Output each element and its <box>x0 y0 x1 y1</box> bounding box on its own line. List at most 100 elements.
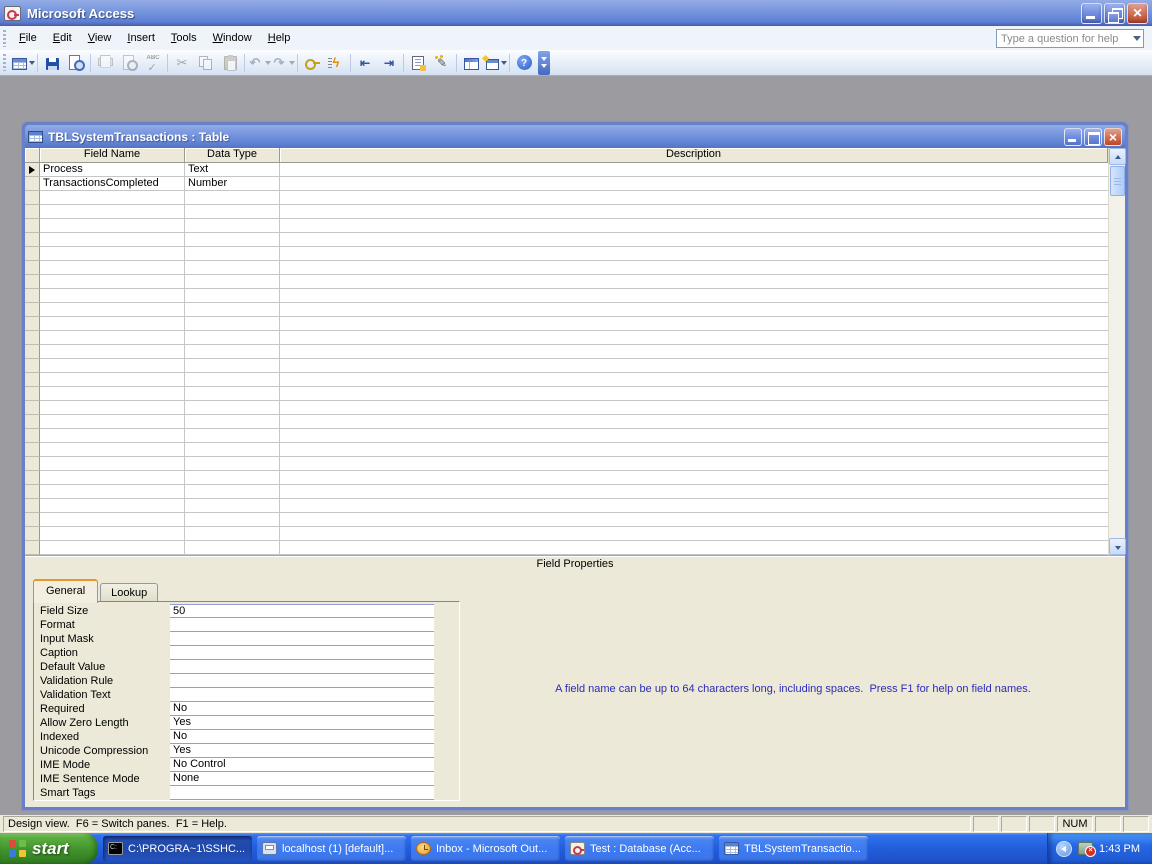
field-name-cell[interactable] <box>40 219 185 233</box>
property-value-field[interactable]: None <box>170 772 434 786</box>
tab-general[interactable]: General <box>33 579 98 603</box>
field-name-cell[interactable] <box>40 289 185 303</box>
properties-button[interactable] <box>406 52 430 74</box>
doc-minimize-button[interactable] <box>1064 128 1082 146</box>
menu-tools[interactable]: Tools <box>163 28 205 48</box>
row-selector[interactable] <box>25 457 40 471</box>
insert-rows-button[interactable] <box>353 52 377 74</box>
row-selector[interactable] <box>25 387 40 401</box>
data-type-cell[interactable] <box>185 247 280 261</box>
description-cell[interactable] <box>280 485 1108 499</box>
description-cell[interactable] <box>280 317 1108 331</box>
description-cell[interactable] <box>280 401 1108 415</box>
task-button[interactable]: Test : Database (Acc... <box>565 836 714 861</box>
field-name-cell[interactable] <box>40 345 185 359</box>
row-selector[interactable] <box>25 415 40 429</box>
description-cell[interactable] <box>280 457 1108 471</box>
property-value-field[interactable]: Yes <box>170 744 434 758</box>
row-selector[interactable] <box>25 289 40 303</box>
menu-window[interactable]: Window <box>205 28 260 48</box>
row-selector[interactable] <box>25 401 40 415</box>
data-type-cell[interactable] <box>185 457 280 471</box>
field-name-cell[interactable] <box>40 317 185 331</box>
field-name-cell[interactable] <box>40 415 185 429</box>
description-cell[interactable] <box>280 527 1108 541</box>
description-cell[interactable] <box>280 163 1108 177</box>
data-type-cell[interactable] <box>185 387 280 401</box>
field-name-cell[interactable] <box>40 261 185 275</box>
field-name-cell[interactable] <box>40 499 185 513</box>
chevron-down-icon[interactable] <box>1133 36 1141 41</box>
data-type-cell[interactable] <box>185 331 280 345</box>
toolbar-grip[interactable] <box>3 54 6 71</box>
field-name-cell[interactable] <box>40 527 185 541</box>
data-type-cell[interactable] <box>185 485 280 499</box>
row-selector[interactable] <box>25 303 40 317</box>
tab-lookup[interactable]: Lookup <box>100 583 158 603</box>
scroll-up-button[interactable] <box>1109 148 1126 165</box>
property-value-field[interactable]: 50 <box>170 604 434 618</box>
description-cell[interactable] <box>280 513 1108 527</box>
row-selector[interactable] <box>25 345 40 359</box>
task-button[interactable]: localhost (1) [default]... <box>257 836 406 861</box>
data-type-cell[interactable] <box>185 219 280 233</box>
row-selector[interactable] <box>25 247 40 261</box>
restore-button[interactable] <box>1104 3 1125 24</box>
view-datasheet-button[interactable] <box>11 52 35 74</box>
data-type-cell[interactable]: Text <box>185 163 280 177</box>
document-title-bar[interactable]: TBLSystemTransactions : Table <box>25 125 1125 148</box>
description-cell[interactable] <box>280 359 1108 373</box>
field-name-cell[interactable] <box>40 247 185 261</box>
data-type-cell[interactable] <box>185 443 280 457</box>
build-button[interactable] <box>430 52 454 74</box>
description-cell[interactable] <box>280 443 1108 457</box>
field-name-cell[interactable]: TransactionsCompleted <box>40 177 185 191</box>
field-name-cell[interactable] <box>40 401 185 415</box>
row-selector[interactable] <box>25 261 40 275</box>
row-selector[interactable] <box>25 359 40 373</box>
description-cell[interactable] <box>280 387 1108 401</box>
description-cell[interactable] <box>280 289 1108 303</box>
data-type-cell[interactable]: Number <box>185 177 280 191</box>
description-cell[interactable] <box>280 499 1108 513</box>
description-cell[interactable] <box>280 541 1108 555</box>
scroll-track[interactable] <box>1109 197 1125 538</box>
delete-rows-button[interactable] <box>377 52 401 74</box>
field-name-cell[interactable] <box>40 541 185 555</box>
data-type-cell[interactable] <box>185 289 280 303</box>
data-type-cell[interactable] <box>185 471 280 485</box>
data-type-cell[interactable] <box>185 415 280 429</box>
property-value-field[interactable]: No Control <box>170 758 434 772</box>
data-type-cell[interactable] <box>185 233 280 247</box>
description-cell[interactable] <box>280 191 1108 205</box>
field-name-cell[interactable] <box>40 471 185 485</box>
menu-edit[interactable]: Edit <box>45 28 80 48</box>
description-cell[interactable] <box>280 275 1108 289</box>
primary-key-button[interactable] <box>300 52 324 74</box>
description-cell[interactable] <box>280 219 1108 233</box>
menu-file[interactable]: File <box>11 28 45 48</box>
row-selector[interactable] <box>25 275 40 289</box>
data-type-cell[interactable] <box>185 275 280 289</box>
hide-icons-chevron-icon[interactable] <box>1056 841 1072 857</box>
field-name-cell[interactable] <box>40 373 185 387</box>
row-selector[interactable] <box>25 471 40 485</box>
data-type-cell[interactable] <box>185 191 280 205</box>
row-selector[interactable] <box>25 331 40 345</box>
data-type-cell[interactable] <box>185 261 280 275</box>
data-type-cell[interactable] <box>185 373 280 387</box>
field-name-cell[interactable] <box>40 233 185 247</box>
field-name-cell[interactable] <box>40 331 185 345</box>
field-name-cell[interactable] <box>40 513 185 527</box>
row-selector[interactable] <box>25 177 40 191</box>
row-selector[interactable] <box>25 443 40 457</box>
description-cell[interactable] <box>280 177 1108 191</box>
property-value-field[interactable] <box>170 688 434 702</box>
property-value-field[interactable] <box>170 632 434 646</box>
scroll-thumb[interactable] <box>1110 166 1125 196</box>
indexes-button[interactable] <box>324 52 348 74</box>
help-button[interactable] <box>512 52 536 74</box>
field-name-cell[interactable] <box>40 191 185 205</box>
menu-view[interactable]: View <box>80 28 120 48</box>
description-cell[interactable] <box>280 415 1108 429</box>
